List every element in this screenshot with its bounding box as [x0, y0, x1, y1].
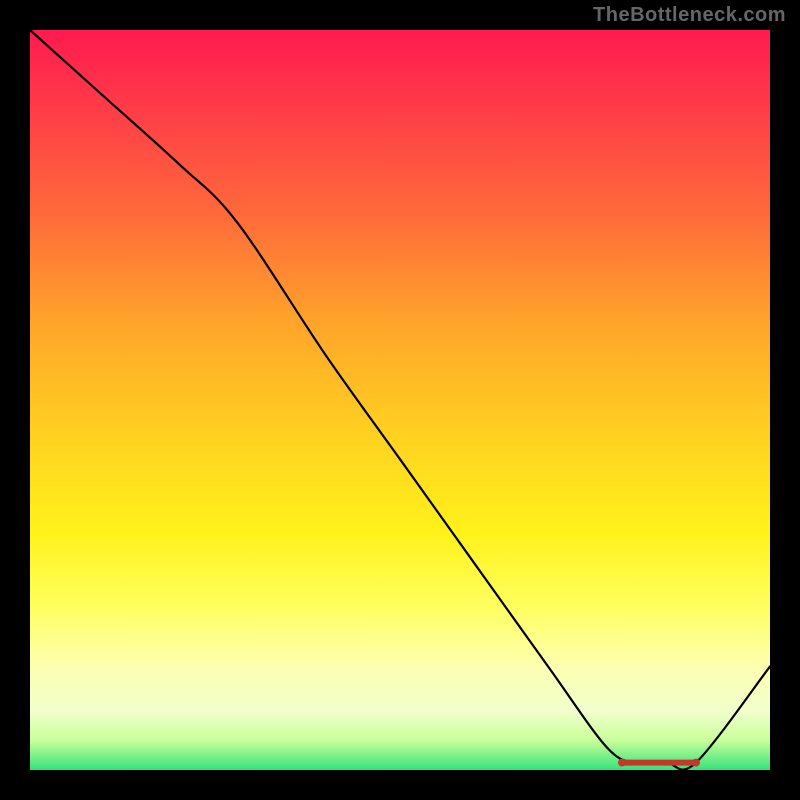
plot-area	[30, 30, 770, 770]
optimal-range-end-dot	[692, 759, 700, 767]
watermark-text: TheBottleneck.com	[593, 4, 786, 27]
plot-svg	[30, 30, 770, 770]
optimal-range-marker	[618, 759, 700, 767]
chart-frame: TheBottleneck.com	[0, 0, 800, 800]
optimal-range-start-dot	[618, 759, 626, 767]
bottleneck-curve	[30, 30, 770, 770]
